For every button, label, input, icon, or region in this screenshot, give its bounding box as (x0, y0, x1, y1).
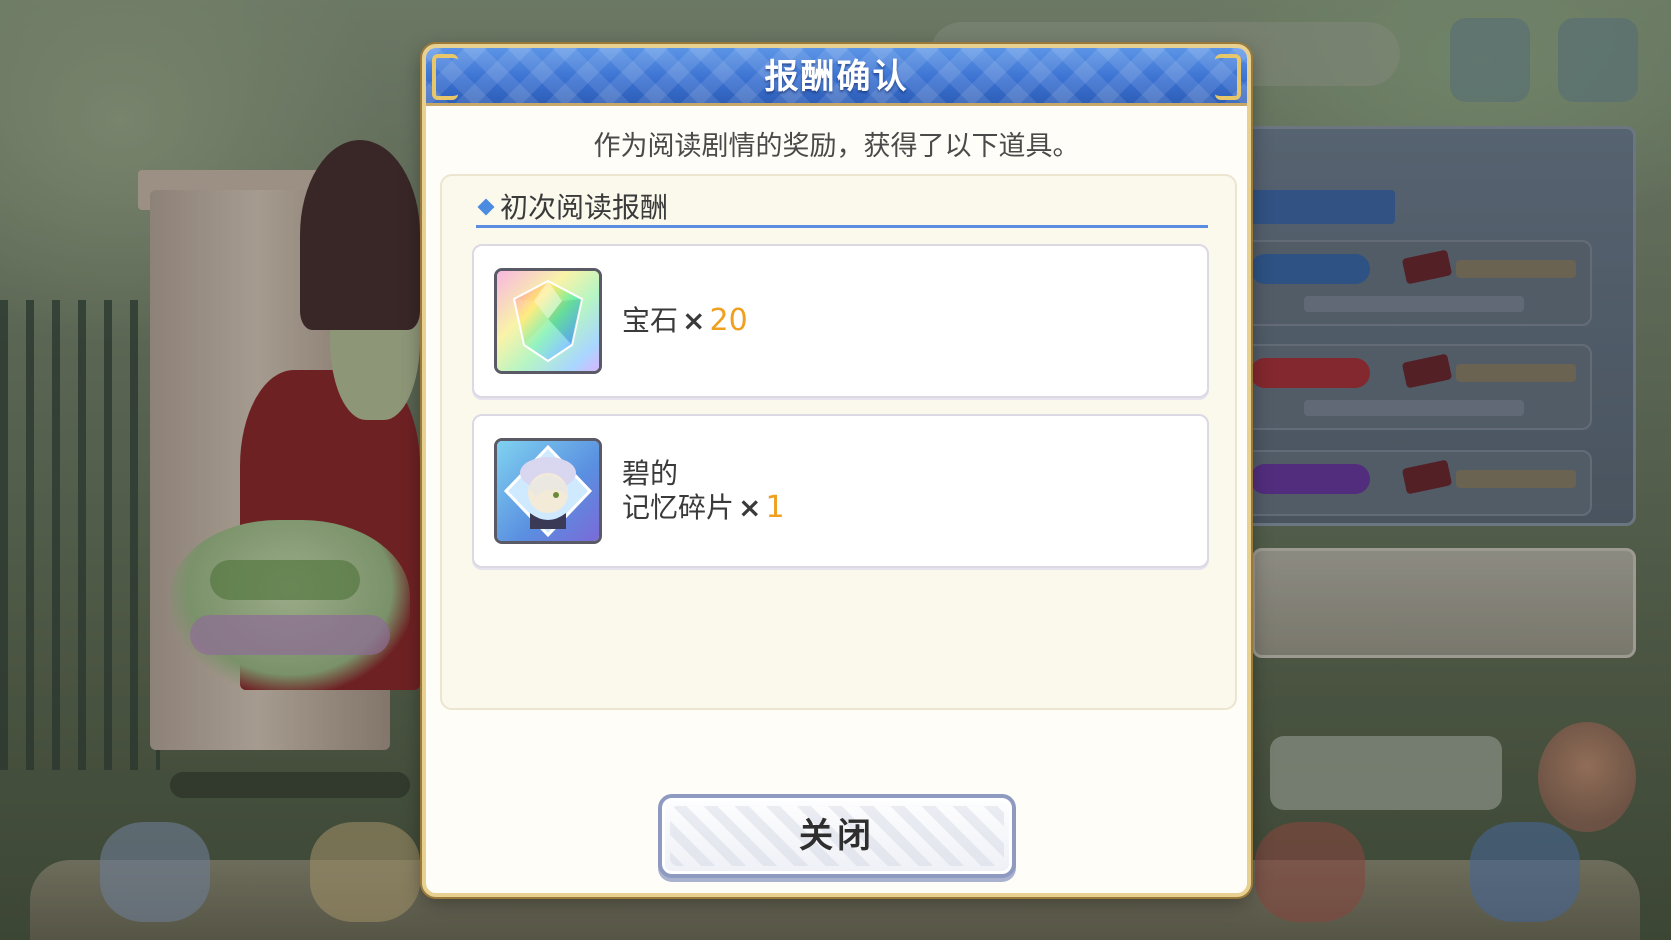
reward-name-line: 宝石 × 20 (622, 304, 748, 338)
reward-quantity: 20 (709, 303, 748, 338)
reward-text: 宝石 × 20 (622, 246, 748, 396)
dialog-header: 报酬确认 (426, 48, 1247, 106)
reward-section: 初次阅读报酬 宝石 × 20 碧的 记忆碎片 × 1 (440, 174, 1237, 710)
reward-item: 宝石 × 20 (472, 244, 1209, 398)
reward-confirm-dialog: 报酬确认 作为阅读剧情的奖励，获得了以下道具。 初次阅读报酬 宝石 × 20 碧… (422, 44, 1251, 897)
reward-text: 碧的 记忆碎片 × 1 (622, 416, 785, 566)
close-button[interactable]: 关闭 (658, 794, 1016, 878)
dialog-message: 作为阅读剧情的奖励，获得了以下道具。 (593, 131, 1080, 162)
section-heading: 初次阅读报酬 (476, 190, 1208, 228)
diamond-bullet-icon (477, 198, 495, 216)
character-memory-fragment-icon (494, 438, 602, 544)
multiply-sign: × (738, 491, 762, 524)
reward-quantity: 1 (765, 490, 785, 525)
reward-name: 宝石 (622, 304, 679, 337)
section-heading-label: 初次阅读报酬 (500, 191, 669, 224)
reward-name-line2: 记忆碎片 (622, 491, 735, 524)
reward-name-line: 记忆碎片 × 1 (622, 491, 785, 525)
reward-item: 碧的 记忆碎片 × 1 (472, 414, 1209, 568)
reward-name: 碧的 (622, 457, 679, 490)
rainbow-gem-icon (494, 268, 602, 374)
multiply-sign: × (682, 304, 706, 337)
close-button-label: 关闭 (799, 816, 875, 856)
dialog-title: 报酬确认 (764, 57, 909, 97)
